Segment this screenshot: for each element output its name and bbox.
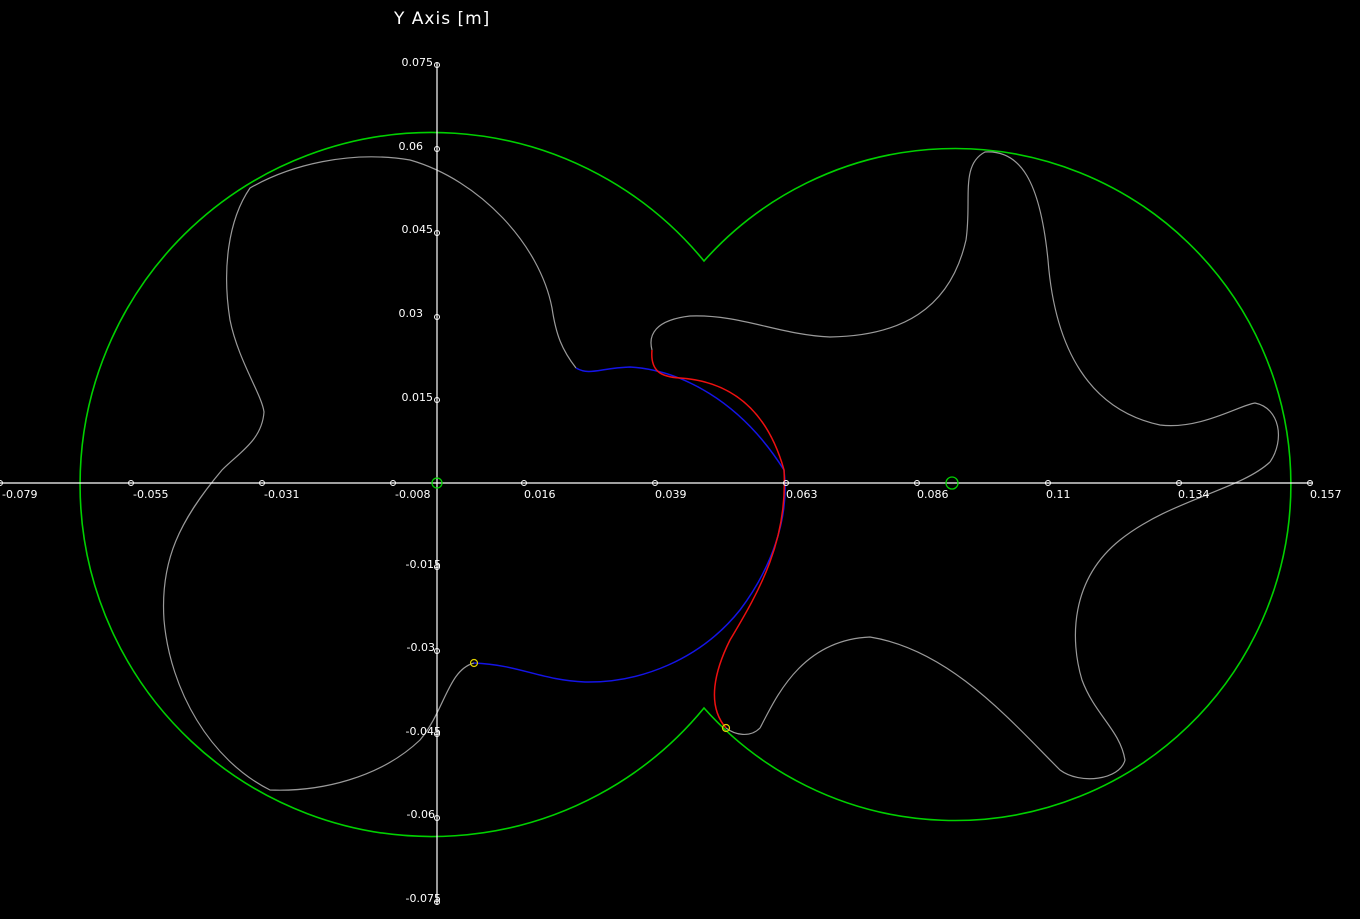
- x-tick-label: -0.031: [264, 488, 299, 501]
- x-tick-label: 0.086: [917, 488, 949, 501]
- x-tick-label: 0.11: [1046, 488, 1071, 501]
- right-rotor-profile-upper: [650, 151, 1279, 463]
- y-tick-label: -0.03: [407, 641, 435, 654]
- meshing-curve-red: [651, 349, 786, 729]
- y-tick-label: 0.075: [402, 56, 434, 69]
- y-tick-label: 0.045: [402, 223, 434, 236]
- y-tick-label: -0.06: [407, 808, 435, 821]
- rotor-profile-plot: -0.079 -0.055 -0.031 -0.008 0.016 0.039 …: [0, 9, 1342, 905]
- y-tick-label: -0.045: [406, 725, 441, 738]
- y-tick-labels: 0.075 0.06 0.045 0.03 0.015 -0.015 -0.03…: [399, 56, 442, 905]
- y-tick-label: 0.06: [399, 140, 424, 153]
- x-tick-label: 0.157: [1310, 488, 1342, 501]
- left-rotor-profile: [162, 156, 577, 791]
- housing-outline: [79, 131, 1292, 838]
- x-tick-label: 0.039: [655, 488, 687, 501]
- x-tick-label: -0.008: [395, 488, 430, 501]
- y-tick-label: -0.075: [406, 892, 441, 905]
- x-tick-label: -0.055: [133, 488, 168, 501]
- y-tick-label: -0.015: [406, 558, 441, 571]
- y-tick-label: 0.015: [402, 391, 434, 404]
- meshing-curve-blue: [473, 366, 786, 683]
- x-tick-label: 0.063: [786, 488, 818, 501]
- x-tick-label: 0.134: [1178, 488, 1210, 501]
- x-tick-label: -0.079: [2, 488, 37, 501]
- y-axis-title: Y Axis [m]: [393, 9, 490, 29]
- right-rotor-profile-lower: [725, 461, 1271, 780]
- x-tick-label: 0.016: [524, 488, 556, 501]
- y-tick-label: 0.03: [399, 307, 424, 320]
